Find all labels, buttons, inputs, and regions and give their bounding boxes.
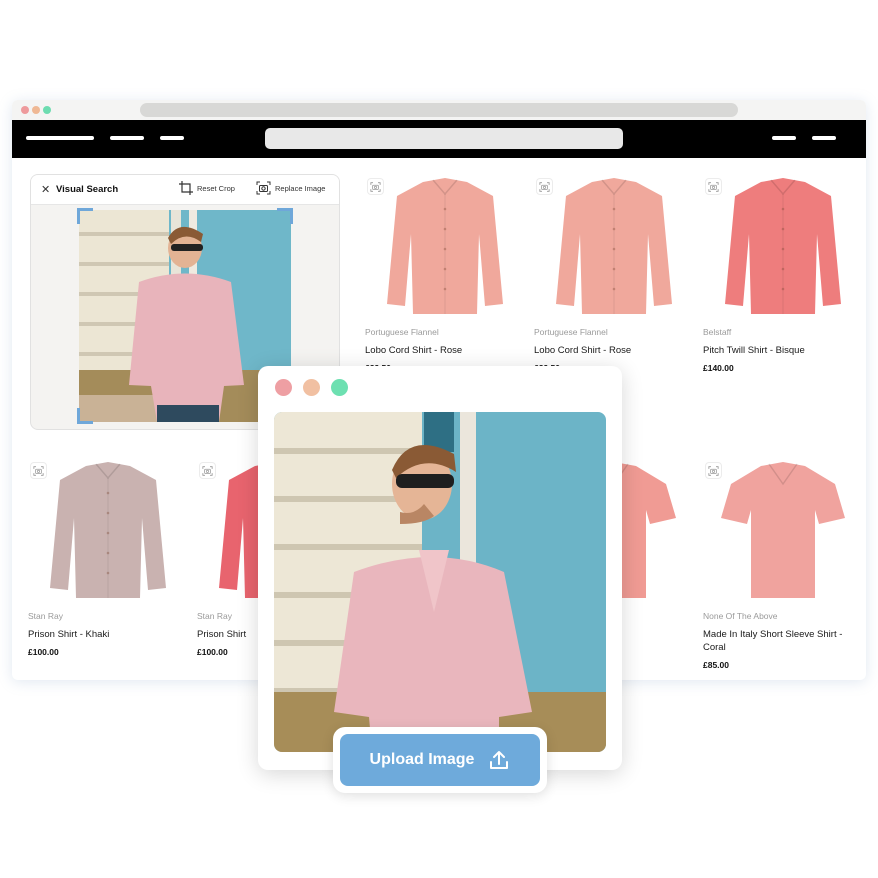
visual-search-scan-button[interactable]	[30, 462, 47, 479]
product-image[interactable]	[703, 458, 863, 603]
product-name[interactable]: Lobo Cord Shirt - Rose	[365, 344, 525, 357]
product-card[interactable]: Portuguese Flannel Lobo Cord Shirt - Rose…	[365, 174, 525, 373]
product-name[interactable]: Lobo Cord Shirt - Rose	[534, 344, 694, 357]
product-card[interactable]: Portuguese Flannel Lobo Cord Shirt - Rose…	[534, 174, 694, 373]
nav-link-placeholder[interactable]	[160, 136, 184, 140]
camera-scan-icon	[708, 181, 719, 192]
visual-search-title: Visual Search	[56, 184, 119, 195]
camera-scan-icon	[539, 181, 550, 192]
site-search-bar[interactable]	[265, 128, 623, 149]
reset-crop-label: Reset Crop	[197, 183, 235, 193]
replace-image-button[interactable]: Replace Image	[256, 181, 325, 195]
site-navbar	[12, 120, 866, 158]
camera-scan-icon	[708, 465, 719, 476]
shirt-product-photo	[721, 462, 845, 598]
product-image[interactable]	[534, 174, 694, 319]
window-close-button[interactable]	[21, 106, 29, 114]
visual-search-scan-button[interactable]	[199, 462, 216, 479]
browser-chrome	[12, 100, 866, 120]
window-maximize-button[interactable]	[43, 106, 51, 114]
product-image[interactable]	[365, 174, 525, 319]
product-card[interactable]: Belstaff Pitch Twill Shirt - Bisque £140.0…	[703, 174, 863, 373]
camera-scan-icon	[202, 465, 213, 476]
visual-search-scan-button[interactable]	[705, 178, 722, 195]
replace-image-label: Replace Image	[275, 183, 326, 193]
product-price: £85.00	[703, 660, 729, 670]
product-image[interactable]	[28, 458, 188, 603]
visual-search-scan-button[interactable]	[536, 178, 553, 195]
product-card[interactable]: Stan Ray Prison Shirt - Khaki £100.00	[28, 458, 188, 657]
product-price: £100.00	[28, 647, 59, 657]
product-brand: Portuguese Flannel	[365, 327, 439, 337]
popup-close-button[interactable]	[275, 379, 292, 396]
visual-search-scan-button[interactable]	[705, 462, 722, 479]
nav-link-placeholder[interactable]	[812, 136, 836, 140]
upload-image-button[interactable]: Upload Image	[340, 734, 540, 786]
product-brand: Stan Ray	[28, 611, 63, 621]
upload-icon	[490, 751, 509, 769]
visual-search-scan-button[interactable]	[367, 178, 384, 195]
product-image[interactable]	[703, 174, 863, 319]
man-in-pink-shirt-photo	[274, 412, 606, 752]
nav-link-placeholder[interactable]	[772, 136, 796, 140]
camera-scan-icon	[256, 181, 271, 195]
popup-photo-preview	[274, 412, 606, 752]
nav-link-placeholder[interactable]	[26, 136, 94, 140]
product-name[interactable]: Prison Shirt - Khaki	[28, 628, 188, 641]
address-bar[interactable]	[140, 103, 738, 117]
popup-minimize-button[interactable]	[303, 379, 320, 396]
upload-button-container: Upload Image	[333, 727, 547, 793]
crop-icon	[179, 181, 193, 195]
upload-image-label: Upload Image	[369, 751, 475, 768]
reset-crop-button[interactable]: Reset Crop	[179, 181, 235, 195]
shirt-product-photo	[50, 462, 166, 598]
shirt-product-photo	[387, 178, 503, 314]
product-brand: None Of The Above	[703, 611, 778, 621]
crop-handle-top-right[interactable]	[277, 208, 293, 224]
product-name[interactable]: Made In Italy Short Sleeve Shirt - Coral	[703, 628, 863, 654]
upload-popup-window	[258, 366, 622, 770]
product-card[interactable]: None Of The Above Made In Italy Short Sle…	[703, 458, 863, 670]
shirt-product-photo	[725, 178, 841, 314]
visual-search-header: ✕ Visual Search Reset Crop Replace Image	[31, 175, 339, 205]
popup-maximize-button[interactable]	[331, 379, 348, 396]
crop-handle-top-left[interactable]	[77, 208, 93, 224]
crop-handle-bottom-left[interactable]	[77, 408, 93, 424]
nav-link-placeholder[interactable]	[110, 136, 144, 140]
product-brand: Belstaff	[703, 327, 732, 337]
close-icon[interactable]: ✕	[41, 183, 50, 196]
product-brand: Portuguese Flannel	[534, 327, 608, 337]
shirt-product-photo	[556, 178, 672, 314]
window-minimize-button[interactable]	[32, 106, 40, 114]
camera-scan-icon	[33, 465, 44, 476]
product-name[interactable]: Pitch Twill Shirt - Bisque	[703, 344, 863, 357]
product-price: £140.00	[703, 363, 734, 373]
camera-scan-icon	[370, 181, 381, 192]
